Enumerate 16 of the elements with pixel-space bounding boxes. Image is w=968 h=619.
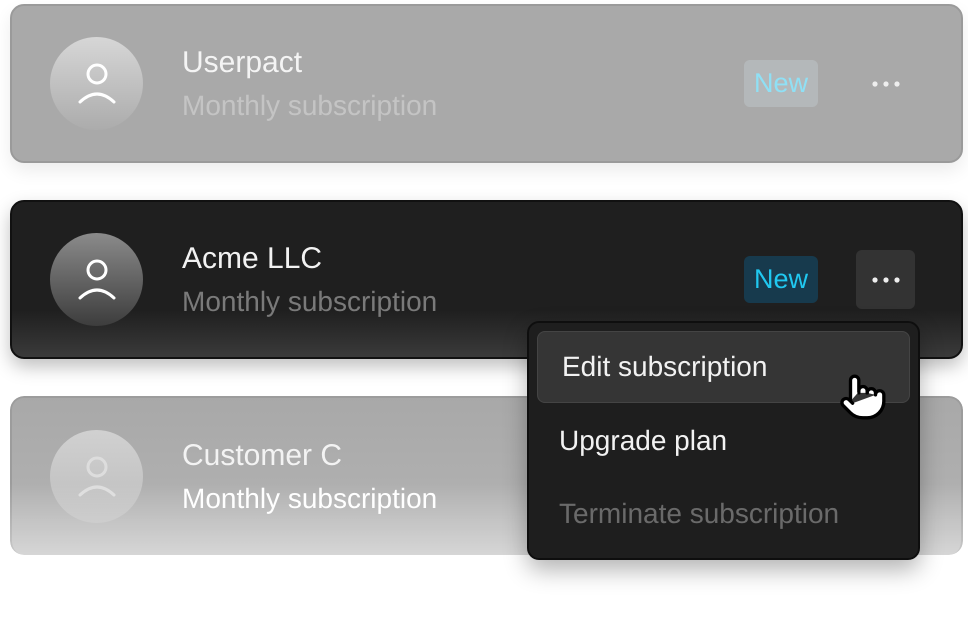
- person-icon: [76, 258, 116, 302]
- customer-name: Userpact: [182, 46, 302, 80]
- more-button[interactable]: [856, 250, 915, 309]
- more-icon: [872, 80, 900, 86]
- subscription-type: Monthly subscription: [182, 286, 438, 318]
- subscription-type: Monthly subscription: [182, 482, 438, 514]
- customer-name: Customer C: [182, 438, 342, 472]
- customer-name: Acme LLC: [182, 242, 322, 276]
- person-icon: [76, 62, 116, 106]
- status-badge: New: [744, 60, 818, 107]
- status-badge: New: [744, 256, 818, 303]
- person-icon: [76, 454, 116, 498]
- menu-item[interactable]: Edit subscription: [537, 331, 910, 403]
- hand-cursor-icon: [838, 372, 888, 422]
- menu-item[interactable]: Upgrade plan: [537, 406, 910, 476]
- more-icon: [872, 276, 900, 282]
